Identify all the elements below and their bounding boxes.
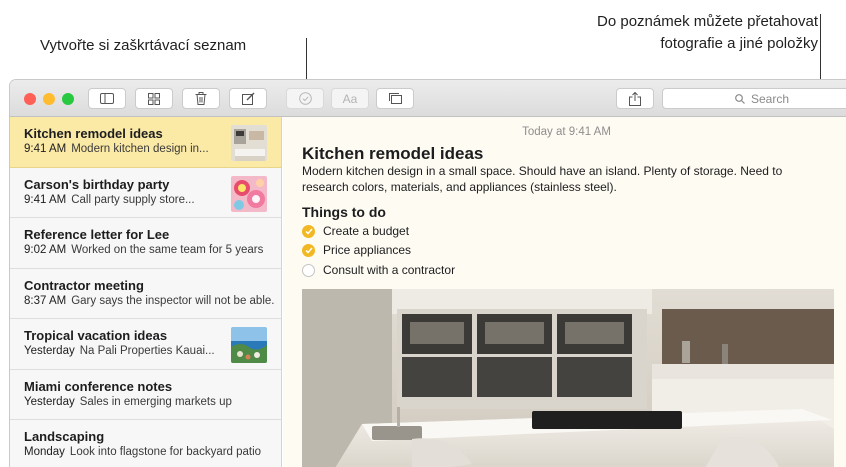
note-body-text: Modern kitchen design in a small space. … xyxy=(302,164,783,194)
search-icon xyxy=(735,93,745,104)
callout-drag-line1: Do poznámek můžete přetahovat xyxy=(597,13,818,30)
kitchen-photo[interactable] xyxy=(302,289,834,467)
zoom-button[interactable] xyxy=(62,93,74,105)
note-editor[interactable]: Today at 9:41 AM Kitchen remodel ideas M… xyxy=(283,117,846,467)
note-preview: Gary says the inspector will not be able… xyxy=(71,294,274,307)
close-button[interactable] xyxy=(24,93,36,105)
checklist-item: Consult with a contractor xyxy=(302,261,455,279)
notes-list: Kitchen remodel ideas 9:41 AM Modern kitc… xyxy=(10,117,282,467)
new-note-button[interactable] xyxy=(229,88,267,109)
note-title: Contractor meeting xyxy=(24,277,144,293)
note-item-reference-letter[interactable]: Reference letter for Lee 9:02 AM Worked o… xyxy=(10,218,281,269)
note-time: 9:02 AM xyxy=(24,244,67,256)
checklist-heading: Things to do xyxy=(302,204,386,220)
table-icon xyxy=(388,93,402,104)
callout-drag-items: Do poznámek můžete přetahovat fotografie… xyxy=(597,11,818,55)
note-item-landscaping[interactable]: Landscaping Monday Look into flagstone fo… xyxy=(10,420,281,467)
note-meta: Yesterday Sales in emerging markets up xyxy=(24,396,274,408)
note-date: Today at 9:41 AM xyxy=(522,126,611,138)
note-time: Yesterday xyxy=(24,395,75,408)
note-time: Yesterday xyxy=(24,345,75,357)
checklist-button[interactable] xyxy=(286,88,324,109)
note-meta: 9:02 AM Worked on the same team for 5 yea… xyxy=(24,244,274,256)
note-preview: Sales in emerging markets up xyxy=(79,395,232,408)
note-time: 9:41 AM xyxy=(24,143,67,155)
checklist-item-label: Create a budget xyxy=(323,224,410,238)
share-icon xyxy=(629,91,641,106)
gallery-view-button[interactable] xyxy=(135,88,173,109)
note-preview: Na Pali Properties Kauai... xyxy=(79,345,215,357)
note-item-birthday-party[interactable]: Carson's birthday party 9:41 AM Call part… xyxy=(10,168,281,218)
note-time: Monday xyxy=(24,446,65,458)
note-preview: Worked on the same team for 5 years xyxy=(71,244,264,256)
trash-icon xyxy=(195,92,207,105)
gallery-icon xyxy=(148,92,160,105)
note-title: Landscaping xyxy=(24,429,105,444)
note-preview: Call party supply store... xyxy=(71,193,195,206)
note-preview: Look into flagstone for backyard patio xyxy=(69,446,262,458)
toggle-sidebar-button[interactable] xyxy=(88,88,126,109)
callout-drag-line2: fotografie a jiné položky xyxy=(660,35,818,52)
note-title: Reference letter for Lee xyxy=(24,227,170,242)
note-item-kitchen-remodel[interactable]: Kitchen remodel ideas 9:41 AM Modern kitc… xyxy=(10,117,281,168)
kitchen-thumbnail xyxy=(231,125,267,161)
checkmark-icon xyxy=(304,228,313,235)
checklist-item: Create a budget xyxy=(302,222,409,240)
party-thumbnail xyxy=(231,175,267,212)
note-heading: Kitchen remodel ideas xyxy=(302,144,484,163)
sidebar-icon xyxy=(100,93,114,104)
note-time: 8:37 AM xyxy=(24,294,67,307)
delete-button[interactable] xyxy=(182,88,220,109)
share-button[interactable] xyxy=(616,88,654,109)
note-meta: Monday Look into flagstone for backyard p… xyxy=(24,446,274,458)
note-meta: 8:37 AM Gary says the inspector will not … xyxy=(24,295,274,307)
checkbox-checked[interactable] xyxy=(302,243,315,257)
note-title: Miami conference notes xyxy=(24,378,173,394)
format-button[interactable]: Aa xyxy=(331,88,369,109)
search-placeholder: Search xyxy=(750,91,790,106)
minimize-button[interactable] xyxy=(43,93,55,105)
tropical-thumbnail xyxy=(231,327,267,363)
checklist-item-label: Consult with a contractor xyxy=(323,263,456,277)
table-button[interactable] xyxy=(376,88,414,109)
checkmark-icon xyxy=(304,247,313,254)
checklist-item-label: Price appliances xyxy=(323,243,412,257)
callout-checklist: Vytvořte si zaškrtávací seznam xyxy=(40,37,247,54)
notes-window: Aa Search Kitchen remodel ideas 9:41 AM M… xyxy=(10,80,846,467)
note-item-tropical-vacation[interactable]: Tropical vacation ideas Yesterday Na Pali… xyxy=(10,319,281,370)
note-time: 9:41 AM xyxy=(24,193,67,206)
search-field[interactable]: Search xyxy=(662,88,846,109)
checklist-icon xyxy=(298,92,312,105)
compose-icon xyxy=(241,92,254,105)
note-preview: Modern kitchen design in... xyxy=(71,143,209,155)
checkbox-checked[interactable] xyxy=(302,224,315,238)
checkbox-unchecked[interactable] xyxy=(302,263,315,277)
format-label: Aa xyxy=(342,91,358,106)
note-item-contractor-meeting[interactable]: Contractor meeting 8:37 AM Gary says the … xyxy=(10,269,281,319)
toolbar: Aa Search xyxy=(10,80,846,117)
checklist-item: Price appliances xyxy=(302,241,411,259)
note-item-miami-conference[interactable]: Miami conference notes Yesterday Sales in… xyxy=(10,370,281,420)
